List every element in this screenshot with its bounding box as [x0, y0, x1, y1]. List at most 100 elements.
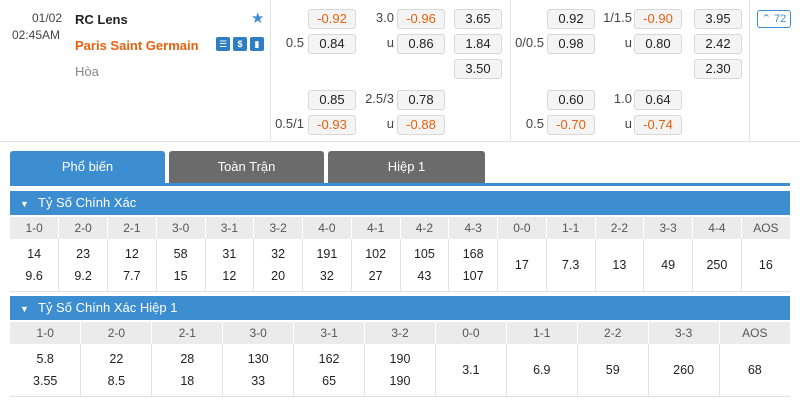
- score-odds-cell[interactable]: 49: [643, 239, 693, 292]
- score-odds-bottom[interactable]: 33: [223, 370, 293, 392]
- score-odds-top[interactable]: 105: [401, 243, 449, 265]
- score-odds-cell[interactable]: 16: [741, 239, 790, 292]
- score-odds-cell[interactable]: 14 9.6: [10, 239, 60, 292]
- score-odds-cell[interactable]: 7.3: [546, 239, 596, 292]
- h1-hdp-odds-1[interactable]: 0.92: [547, 9, 595, 29]
- score-odds-bottom[interactable]: 15: [157, 265, 205, 287]
- ft-hdp-odds-2[interactable]: 0.84: [308, 34, 356, 54]
- score-odds-top[interactable]: 22: [81, 348, 151, 370]
- score-odds-cell[interactable]: 105 43: [400, 239, 450, 292]
- score-odds-bottom[interactable]: 190: [365, 370, 435, 392]
- score-odds-top[interactable]: 250: [693, 254, 741, 276]
- score-odds-bottom[interactable]: 65: [294, 370, 364, 392]
- score-odds-cell[interactable]: 130 33: [222, 344, 295, 397]
- score-odds-top[interactable]: 59: [578, 359, 648, 381]
- ft-ou-alt-odds-2[interactable]: -0.88: [397, 115, 445, 135]
- score-odds-cell[interactable]: 5.8 3.55: [10, 344, 82, 397]
- score-odds-top[interactable]: 16: [742, 254, 790, 276]
- score-odds-bottom[interactable]: 107: [449, 265, 497, 287]
- tab-full-time[interactable]: Toàn Trận: [169, 151, 324, 183]
- score-odds-cell[interactable]: 59: [577, 344, 649, 397]
- tab-first-half[interactable]: Hiệp 1: [328, 151, 485, 183]
- score-odds-top[interactable]: 260: [649, 359, 719, 381]
- score-odds-bottom[interactable]: 9.6: [10, 265, 58, 287]
- score-odds-top[interactable]: 13: [596, 254, 644, 276]
- score-odds-bottom[interactable]: 27: [352, 265, 400, 287]
- score-odds-cell[interactable]: 102 27: [351, 239, 401, 292]
- score-odds-cell[interactable]: 168 107: [448, 239, 498, 292]
- h1-1x2-odds-draw[interactable]: 2.30: [694, 59, 742, 79]
- chart-icon[interactable]: ▮: [250, 37, 264, 51]
- h1-ou-odds-2[interactable]: 0.80: [634, 34, 682, 54]
- score-odds-cell[interactable]: 68: [719, 344, 790, 397]
- tab-popular[interactable]: Phổ biến: [10, 151, 165, 183]
- favorite-star-icon[interactable]: ★: [251, 10, 264, 28]
- score-odds-top[interactable]: 162: [294, 348, 364, 370]
- score-odds-bottom[interactable]: 7.7: [108, 265, 156, 287]
- score-odds-top[interactable]: 5.8: [10, 348, 80, 370]
- score-odds-top[interactable]: 17: [498, 254, 546, 276]
- ft-hdp-odds-1[interactable]: -0.92: [308, 9, 356, 29]
- away-team[interactable]: Paris Saint Germain: [75, 36, 199, 56]
- score-odds-cell[interactable]: 23 9.2: [58, 239, 108, 292]
- section-header-correct-score-1h[interactable]: ▼ Tỷ Số Chính Xác Hiệp 1: [10, 296, 790, 320]
- score-odds-top[interactable]: 6.9: [507, 359, 577, 381]
- score-odds-bottom[interactable]: 43: [401, 265, 449, 287]
- ft-1x2-odds-draw[interactable]: 3.50: [454, 59, 502, 79]
- h1-hdp-alt-odds-1[interactable]: 0.60: [547, 90, 595, 110]
- score-odds-cell[interactable]: 12 7.7: [107, 239, 157, 292]
- ft-hdp-alt-odds-2[interactable]: -0.93: [308, 115, 356, 135]
- ft-ou-odds-2[interactable]: 0.86: [397, 34, 445, 54]
- score-odds-top[interactable]: 28: [152, 348, 222, 370]
- h1-ou-odds-1[interactable]: -0.90: [634, 9, 682, 29]
- score-odds-top[interactable]: 14: [10, 243, 58, 265]
- score-odds-bottom[interactable]: 12: [206, 265, 254, 287]
- score-odds-bottom[interactable]: 9.2: [59, 265, 107, 287]
- score-odds-top[interactable]: 7.3: [547, 254, 595, 276]
- home-team[interactable]: RC Lens: [75, 10, 199, 30]
- score-odds-cell[interactable]: 190 190: [364, 344, 436, 397]
- score-odds-cell[interactable]: 32 20: [253, 239, 303, 292]
- score-odds-cell[interactable]: 250: [692, 239, 742, 292]
- dollar-icon[interactable]: $: [233, 37, 247, 51]
- score-odds-cell[interactable]: 260: [648, 344, 720, 397]
- score-odds-top[interactable]: 32: [254, 243, 302, 265]
- score-odds-top[interactable]: 102: [352, 243, 400, 265]
- score-odds-cell[interactable]: 191 32: [302, 239, 352, 292]
- more-markets-button[interactable]: ⌃ 72: [757, 10, 791, 28]
- score-odds-top[interactable]: 31: [206, 243, 254, 265]
- score-odds-top[interactable]: 49: [644, 254, 692, 276]
- score-odds-cell[interactable]: 6.9: [506, 344, 578, 397]
- h1-1x2-odds-away[interactable]: 2.42: [694, 34, 742, 54]
- score-odds-bottom[interactable]: 8.5: [81, 370, 151, 392]
- ft-ou-odds-1[interactable]: -0.96: [397, 9, 445, 29]
- score-odds-cell[interactable]: 31 12: [205, 239, 255, 292]
- score-odds-cell[interactable]: 17: [497, 239, 547, 292]
- score-odds-cell[interactable]: 22 8.5: [80, 344, 153, 397]
- score-odds-top[interactable]: 68: [720, 359, 790, 381]
- score-odds-cell[interactable]: 162 65: [293, 344, 366, 397]
- ft-hdp-alt-odds-1[interactable]: 0.85: [308, 90, 356, 110]
- score-odds-top[interactable]: 191: [303, 243, 351, 265]
- score-odds-top[interactable]: 190: [365, 348, 435, 370]
- score-odds-cell[interactable]: 28 18: [151, 344, 224, 397]
- ft-1x2-odds-away[interactable]: 1.84: [454, 34, 502, 54]
- list-icon[interactable]: ☰: [216, 37, 230, 51]
- score-odds-bottom[interactable]: 3.55: [10, 370, 80, 392]
- ft-ou-alt-odds-1[interactable]: 0.78: [397, 90, 445, 110]
- score-odds-top[interactable]: 168: [449, 243, 497, 265]
- h1-ou-alt-odds-1[interactable]: 0.64: [634, 90, 682, 110]
- score-odds-bottom[interactable]: 32: [303, 265, 351, 287]
- score-odds-bottom[interactable]: 18: [152, 370, 222, 392]
- h1-hdp-odds-2[interactable]: 0.98: [547, 34, 595, 54]
- score-odds-top[interactable]: 3.1: [436, 359, 506, 381]
- score-odds-cell[interactable]: 13: [595, 239, 645, 292]
- h1-1x2-odds-home[interactable]: 3.95: [694, 9, 742, 29]
- score-odds-bottom[interactable]: 20: [254, 265, 302, 287]
- score-odds-top[interactable]: 12: [108, 243, 156, 265]
- score-odds-cell[interactable]: 3.1: [435, 344, 507, 397]
- section-header-correct-score[interactable]: ▼ Tỷ Số Chính Xác: [10, 191, 790, 215]
- score-odds-top[interactable]: 23: [59, 243, 107, 265]
- score-odds-top[interactable]: 130: [223, 348, 293, 370]
- score-odds-top[interactable]: 58: [157, 243, 205, 265]
